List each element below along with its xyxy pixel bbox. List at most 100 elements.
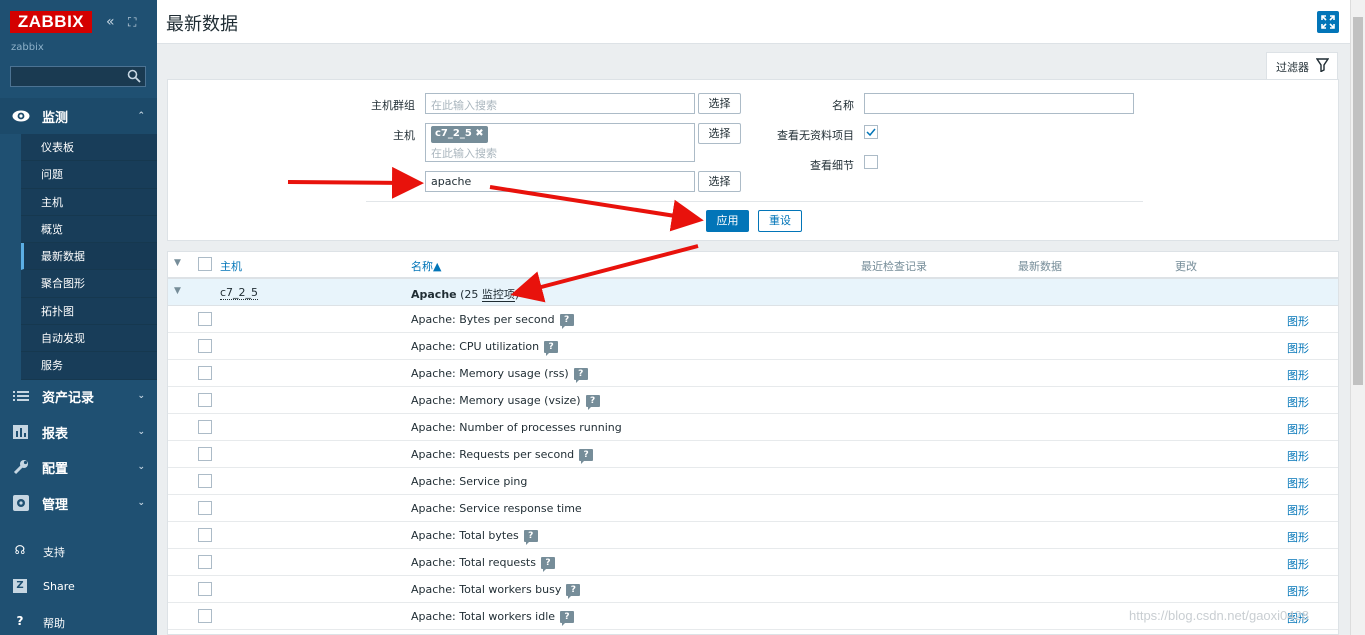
item-name: Apache: Bytes per second?	[411, 313, 574, 329]
help-icon[interactable]: ?	[560, 611, 575, 626]
row-checkbox[interactable]	[198, 528, 212, 542]
row-checkbox[interactable]	[198, 447, 212, 461]
filter-divider	[366, 201, 1143, 202]
hosts-input[interactable]: c7_2_5 ✖ 在此输入搜索	[425, 123, 695, 162]
sidebar-item-discovery[interactable]: 自动发现	[21, 325, 157, 353]
kiosk-mode-icon[interactable]: ⛶	[128, 14, 136, 30]
show-details-checkbox[interactable]	[864, 155, 878, 169]
row-checkbox[interactable]	[198, 555, 212, 569]
help-link[interactable]: ? 帮助	[0, 610, 157, 634]
menu-monitoring[interactable]: 监测 ⌃	[0, 98, 157, 134]
help-icon[interactable]: ?	[573, 368, 588, 383]
graph-link[interactable]: 图形	[1287, 583, 1309, 599]
graph-link[interactable]: 图形	[1287, 475, 1309, 491]
sidebar-item-overview[interactable]: 概览	[21, 216, 157, 244]
share-label: Share	[43, 580, 75, 593]
table-row: Apache: Service ping 图形	[168, 468, 1338, 495]
collapse-all-icon[interactable]: ▼	[174, 258, 181, 268]
share-link[interactable]: Z Share	[0, 575, 157, 599]
item-name: Apache: Total bytes?	[411, 529, 538, 545]
column-host[interactable]: 主机	[220, 258, 242, 274]
graph-link[interactable]: 图形	[1287, 313, 1309, 329]
sidebar-item-services[interactable]: 服务	[21, 352, 157, 380]
sidebar-item-screens[interactable]: 聚合图形	[21, 270, 157, 298]
hostgroups-input[interactable]: 在此输入搜索	[425, 93, 695, 114]
row-checkbox[interactable]	[198, 582, 212, 596]
tab-filter[interactable]: 过滤器	[1266, 52, 1338, 80]
item-name-text: Apache: Bytes per second	[411, 313, 555, 326]
fullscreen-button[interactable]	[1317, 11, 1339, 33]
item-name-text: Apache: Memory usage (vsize)	[411, 394, 581, 407]
hostgroups-select-button[interactable]: 选择	[698, 93, 741, 114]
show-without-data-checkbox[interactable]	[864, 125, 878, 139]
graph-link[interactable]: 图形	[1287, 367, 1309, 383]
column-change: 更改	[1175, 260, 1197, 273]
search-input[interactable]	[10, 66, 146, 87]
sidebar-item-dashboard[interactable]: 仪表板	[21, 134, 157, 162]
chevron-down-icon: ⌄	[137, 427, 145, 437]
row-checkbox[interactable]	[198, 366, 212, 380]
column-last-check: 最近检查记录	[861, 260, 927, 273]
sidebar-item-latest-data[interactable]: 最新数据	[21, 243, 157, 271]
eye-icon	[12, 110, 30, 122]
scrollbar[interactable]	[1350, 0, 1365, 635]
item-name: Apache: Service response time	[411, 502, 582, 515]
graph-link[interactable]: 图形	[1287, 502, 1309, 518]
scrollbar-thumb[interactable]	[1353, 17, 1363, 385]
column-name[interactable]: 名称▲	[411, 258, 441, 274]
graph-link[interactable]: 图形	[1287, 529, 1309, 545]
graph-link[interactable]: 图形	[1287, 394, 1309, 410]
menu-administration-label: 管理	[42, 497, 69, 513]
row-checkbox[interactable]	[198, 420, 212, 434]
hosts-placeholder: 在此输入搜索	[431, 147, 497, 160]
help-icon[interactable]: ?	[540, 557, 555, 572]
row-checkbox[interactable]	[198, 474, 212, 488]
name-input[interactable]	[864, 93, 1134, 114]
name-label: 名称	[832, 99, 854, 112]
table-row: Apache: Requests per second? 图形	[168, 441, 1338, 468]
reset-button[interactable]: 重设	[758, 210, 802, 232]
row-checkbox[interactable]	[198, 393, 212, 407]
row-checkbox[interactable]	[198, 339, 212, 353]
collapse-sidebar-icon[interactable]: «	[106, 14, 115, 30]
help-icon[interactable]: ?	[559, 314, 574, 329]
collapse-group-icon[interactable]: ▼	[174, 286, 181, 296]
support-link[interactable]: ☊ 支持	[0, 539, 157, 563]
application-input[interactable]: apache	[425, 171, 695, 192]
apply-button[interactable]: 应用	[706, 210, 749, 232]
zabbix-logo[interactable]: ZABBIX	[10, 11, 92, 33]
graph-link[interactable]: 图形	[1287, 421, 1309, 437]
graph-link[interactable]: 图形	[1287, 556, 1309, 572]
application-select-button[interactable]: 选择	[698, 171, 741, 192]
menu-configuration[interactable]: 配置 ⌄	[0, 449, 157, 485]
column-last-value: 最新数据	[1018, 260, 1062, 273]
graph-link[interactable]: 图形	[1287, 340, 1309, 356]
host-tag-label: c7_2_5	[435, 128, 472, 139]
menu-reports[interactable]: 报表 ⌄	[0, 414, 157, 450]
menu-inventory[interactable]: 资产记录 ⌄	[0, 378, 157, 414]
help-icon[interactable]: ?	[566, 584, 581, 599]
row-checkbox[interactable]	[198, 501, 212, 515]
table-row: Apache: Service response time 图形	[168, 495, 1338, 522]
tab-filter-label: 过滤器	[1276, 61, 1309, 74]
hosts-select-button[interactable]: 选择	[698, 123, 741, 144]
group-app-name: Apache	[411, 288, 457, 301]
sidebar-item-maps[interactable]: 拓扑图	[21, 298, 157, 326]
select-all-checkbox[interactable]	[198, 257, 212, 271]
item-name-text: Apache: Number of processes running	[411, 421, 622, 434]
search-icon[interactable]	[127, 69, 141, 83]
remove-tag-icon[interactable]: ✖	[475, 128, 483, 139]
sidebar-item-problems[interactable]: 问题	[21, 161, 157, 189]
group-host-link[interactable]: c7_2_5	[220, 286, 259, 300]
menu-administration[interactable]: 管理 ⌄	[0, 485, 157, 521]
help-icon[interactable]: ?	[544, 341, 559, 356]
help-icon[interactable]: ?	[585, 395, 600, 410]
sidebar-item-hosts[interactable]: 主机	[21, 189, 157, 216]
help-icon[interactable]: ?	[579, 449, 594, 464]
help-icon[interactable]: ?	[523, 530, 538, 545]
group-items-link[interactable]: 监控项	[481, 288, 515, 302]
row-checkbox[interactable]	[198, 312, 212, 326]
graph-link[interactable]: 图形	[1287, 448, 1309, 464]
table-row: Apache: Memory usage (rss)? 图形	[168, 360, 1338, 387]
row-checkbox[interactable]	[198, 609, 212, 623]
